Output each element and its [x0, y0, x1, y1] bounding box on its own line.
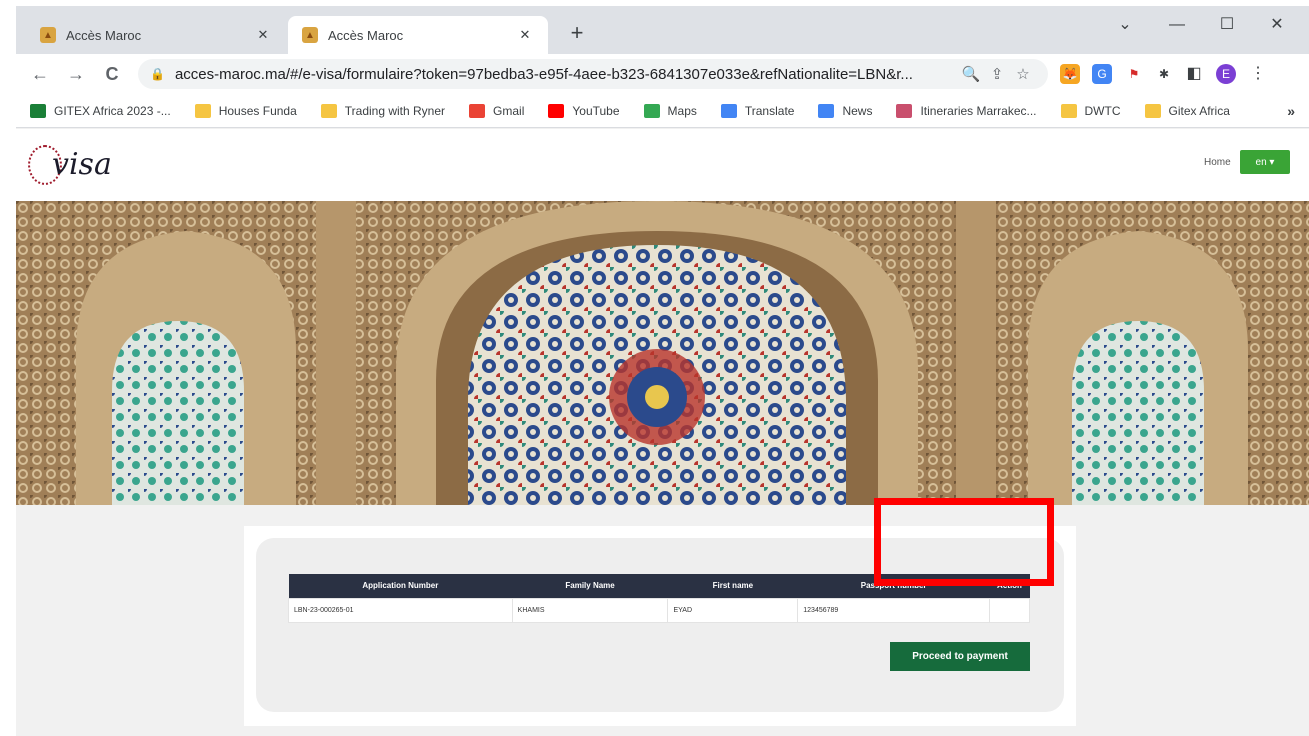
site-favicon-icon: ▲: [40, 27, 56, 43]
side-panel-icon[interactable]: ◧: [1184, 64, 1204, 84]
new-tab-button[interactable]: +: [564, 21, 590, 47]
bookmark-dwtc[interactable]: DWTC: [1060, 103, 1121, 118]
folder-icon: [320, 103, 337, 118]
bookmarks-overflow-icon[interactable]: »: [1287, 103, 1295, 119]
minimize-button[interactable]: —: [1162, 12, 1192, 38]
bookmark-maps[interactable]: Maps: [643, 103, 697, 118]
cell-action: [989, 597, 1030, 623]
bookmark-news[interactable]: News: [818, 103, 872, 118]
metamask-extension-icon[interactable]: 🦊: [1060, 64, 1080, 84]
reload-button[interactable]: C: [100, 62, 124, 86]
translate-icon: [720, 103, 737, 118]
news-icon: [818, 103, 835, 118]
bookmark-itineraries-marrakech[interactable]: Itineraries Marrakec...: [896, 103, 1037, 118]
tab-acces-maroc-1[interactable]: ▲ Accès Maroc ✕: [26, 16, 286, 54]
bookmark-gitex-africa[interactable]: Gitex Africa: [1144, 103, 1230, 118]
forward-button[interactable]: →: [64, 62, 88, 86]
tab-title: Accès Maroc: [66, 27, 142, 43]
tab-close-icon[interactable]: ✕: [254, 27, 272, 43]
web-page: visa Home en ▾ Application Number Family…: [16, 129, 1309, 736]
back-button[interactable]: ←: [28, 62, 52, 86]
cell-passport-number: 123456789: [797, 597, 990, 623]
site-header: visa Home en ▾: [16, 129, 1309, 201]
tab-title: Accès Maroc: [328, 27, 404, 43]
header-family-name: Family Name: [512, 574, 668, 598]
tab-close-icon[interactable]: ✕: [516, 27, 534, 43]
pin-extension-icon[interactable]: ⚑: [1124, 64, 1144, 84]
table-row: LBN-23-000265-01 KHAMIS EYAD 123456789: [288, 597, 1030, 623]
evisa-logo[interactable]: visa: [28, 141, 148, 191]
red-highlight-annotation: [874, 498, 1054, 586]
moroccan-arch-banner-image: [16, 201, 1309, 505]
maximize-button[interactable]: ☐: [1212, 12, 1242, 38]
cell-first-name: EYAD: [667, 597, 799, 623]
bookmark-youtube[interactable]: YouTube: [548, 103, 620, 118]
share-icon[interactable]: ⇪: [984, 65, 1010, 83]
cell-family-name: KHAMIS: [511, 597, 669, 623]
gitex-icon: [30, 103, 46, 118]
menu-kebab-icon[interactable]: ⋮: [1248, 64, 1268, 84]
translate-extension-icon[interactable]: G: [1092, 64, 1112, 84]
folder-icon: [1060, 103, 1077, 118]
logo-text: visa: [52, 147, 112, 182]
browser-window: ▲ Accès Maroc ✕ ▲ Accès Maroc ✕ + ⌄ — ☐ …: [16, 6, 1309, 736]
bookmarks-bar: GITEX Africa 2023 -... Houses Funda Trad…: [16, 94, 1309, 128]
lock-icon[interactable]: 🔒: [150, 67, 165, 81]
zoom-icon[interactable]: 🔍: [958, 65, 984, 83]
language-selector[interactable]: en ▾: [1240, 150, 1290, 174]
folder-icon: [194, 103, 211, 118]
extensions-puzzle-icon[interactable]: ✱: [1154, 64, 1174, 84]
bookmark-gmail[interactable]: Gmail: [469, 103, 524, 118]
site-favicon-icon: ▲: [302, 27, 318, 43]
tab-acces-maroc-2[interactable]: ▲ Accès Maroc ✕: [288, 16, 548, 54]
header-application-number: Application Number: [288, 574, 513, 598]
bookmark-houses-funda[interactable]: Houses Funda: [194, 103, 297, 118]
maps-icon: [643, 103, 660, 118]
tab-strip: ▲ Accès Maroc ✕ ▲ Accès Maroc ✕ + ⌄ — ☐ …: [16, 6, 1309, 54]
header-first-name: First name: [667, 574, 798, 598]
address-bar[interactable]: 🔒 acces-maroc.ma/#/e-visa/formulaire?tok…: [138, 59, 1048, 89]
bookmark-gitex-africa-2023[interactable]: GITEX Africa 2023 -...: [30, 103, 171, 118]
bookmark-star-icon[interactable]: ☆: [1010, 65, 1036, 83]
gmail-icon: [469, 103, 486, 118]
folder-icon: [1144, 103, 1161, 118]
url-text[interactable]: acces-maroc.ma/#/e-visa/formulaire?token…: [175, 66, 958, 83]
tab-search-icon[interactable]: ⌄: [1110, 12, 1140, 38]
browser-toolbar: ← → C 🔒 acces-maroc.ma/#/e-visa/formulai…: [16, 54, 1309, 94]
itineraries-icon: [896, 103, 913, 118]
profile-avatar[interactable]: E: [1216, 64, 1236, 84]
bookmark-trading-with-ryner[interactable]: Trading with Ryner: [320, 103, 445, 118]
bookmark-translate[interactable]: Translate: [720, 103, 794, 118]
cell-application-number: LBN-23-000265-01: [288, 597, 513, 623]
home-link[interactable]: Home: [1204, 157, 1231, 168]
proceed-to-payment-button[interactable]: Proceed to payment: [890, 642, 1030, 671]
close-window-button[interactable]: ✕: [1262, 12, 1292, 38]
youtube-icon: [548, 103, 565, 118]
